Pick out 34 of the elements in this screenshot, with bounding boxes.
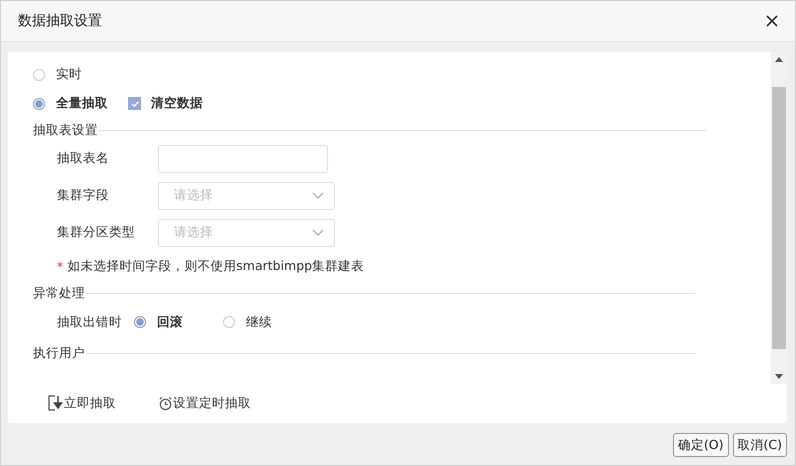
note-text: 如未选择时间字段，则不使用smartbimpp集群建表: [67, 258, 364, 274]
radio-label: 实时: [56, 66, 82, 83]
alarm-clock-icon: [158, 396, 173, 410]
field-label: 抽取出错时: [57, 314, 122, 330]
checkmark-icon: [130, 98, 140, 108]
window-title: 数据抽取设置: [18, 12, 102, 30]
chevron-down-icon: [312, 228, 324, 236]
input-field[interactable]: [158, 144, 328, 172]
field-label: 集群分区类型: [57, 224, 136, 241]
field-label: 抽取表名: [57, 150, 110, 167]
scrollbar-thumb[interactable]: [772, 87, 786, 349]
field-label: 集群字段: [57, 187, 110, 204]
checkbox-label: 清空数据: [151, 95, 203, 112]
radio-label: 继续: [246, 314, 272, 330]
dialog-button[interactable]: 确定(O): [672, 433, 729, 457]
chevron-down-icon: [312, 192, 324, 200]
download-icon: [48, 395, 64, 411]
radio-button[interactable]: [33, 98, 45, 110]
radio-button[interactable]: [134, 316, 146, 328]
action-link[interactable]: 设置定时抽取: [158, 394, 251, 412]
radio-label: 回滚: [157, 314, 183, 330]
checkbox[interactable]: [128, 97, 141, 110]
section-title: 执行用户: [33, 344, 85, 362]
section-title: 异常处理: [33, 284, 85, 302]
section-title: 抽取表设置: [33, 122, 98, 138]
close-icon[interactable]: [766, 15, 778, 27]
scroll-up-icon[interactable]: [775, 57, 783, 62]
radio-button[interactable]: [223, 316, 235, 328]
radio-label: 全量抽取: [56, 95, 108, 112]
radio-button[interactable]: [33, 68, 45, 80]
required-mark: *: [57, 258, 64, 274]
dialog-button[interactable]: 取消(C): [732, 433, 787, 457]
action-link[interactable]: 立即抽取: [48, 394, 116, 412]
scroll-down-icon[interactable]: [775, 374, 783, 379]
